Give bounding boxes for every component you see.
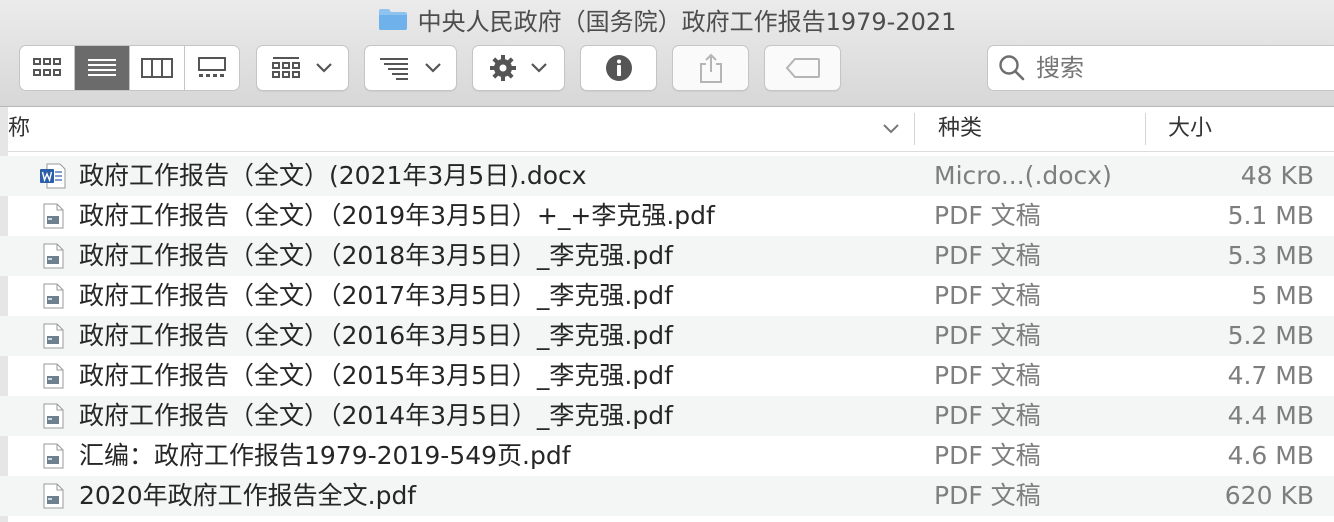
- word-doc-icon: [40, 163, 66, 189]
- pdf-icon: [40, 323, 66, 349]
- arrange-button[interactable]: [364, 45, 457, 91]
- chevron-down-icon: [530, 63, 547, 73]
- file-size: 4.7 MB: [1227, 361, 1314, 390]
- file-kind: PDF 文稿: [934, 201, 1041, 230]
- file-size: 5 MB: [1251, 281, 1314, 310]
- column-header: 名称 种类 大小: [0, 107, 1334, 152]
- file-size: 4.4 MB: [1227, 401, 1314, 430]
- file-kind: PDF 文稿: [934, 361, 1041, 390]
- grid-icon: [33, 58, 61, 76]
- file-row[interactable]: 政府工作报告（全文）（2014年3月5日）_李克强.pdf PDF 文稿 4.4…: [0, 396, 1334, 436]
- file-kind: PDF 文稿: [934, 401, 1041, 430]
- file-size: 5.1 MB: [1227, 201, 1314, 230]
- gallery-view-button[interactable]: [185, 46, 239, 90]
- file-size: 5.2 MB: [1227, 321, 1314, 350]
- file-name: 政府工作报告（全文）（2017年3月5日）_李克强.pdf: [79, 281, 673, 310]
- file-row[interactable]: 政府工作报告（全文）（2019年3月5日）+_+李克强.pdf PDF 文稿 5…: [0, 196, 1334, 236]
- kind-column-header[interactable]: 种类: [938, 107, 982, 151]
- file-size: 5.3 MB: [1227, 241, 1314, 270]
- file-size: 4.6 MB: [1227, 441, 1314, 470]
- gallery-icon: [198, 57, 226, 77]
- file-list: 政府工作报告（全文）(2021年3月5日).docx Micro...(.doc…: [0, 156, 1334, 516]
- group-by-icon: [271, 57, 300, 78]
- file-kind: Micro...(.docx): [934, 161, 1112, 190]
- arrange-icon: [379, 58, 408, 80]
- get-info-button[interactable]: [580, 45, 657, 91]
- gear-icon: [489, 55, 516, 81]
- file-name: 政府工作报告（全文）（2019年3月5日）+_+李克强.pdf: [79, 201, 715, 230]
- file-kind: PDF 文稿: [934, 281, 1041, 310]
- file-name: 政府工作报告（全文）(2021年3月5日).docx: [79, 161, 587, 190]
- file-row[interactable]: 政府工作报告（全文）（2017年3月5日）_李克强.pdf PDF 文稿 5 M…: [0, 276, 1334, 316]
- file-kind: PDF 文稿: [934, 441, 1041, 470]
- search-icon: [999, 55, 1025, 81]
- action-button[interactable]: [472, 45, 565, 91]
- pdf-icon: [40, 363, 66, 389]
- file-name: 政府工作报告（全文）（2014年3月5日）_李克强.pdf: [79, 401, 673, 430]
- file-row[interactable]: 汇编：政府工作报告1979-2019-549页.pdf PDF 文稿 4.6 M…: [0, 436, 1334, 476]
- list-icon: [88, 59, 116, 76]
- file-name: 政府工作报告（全文）（2016年3月5日）_李克强.pdf: [79, 321, 673, 350]
- window-chrome: 中央人民政府（国务院）政府工作报告1979-2021: [0, 0, 1334, 107]
- sort-chevron-icon: [883, 124, 899, 134]
- tag-icon: [785, 58, 820, 78]
- search-field[interactable]: [987, 45, 1334, 91]
- window-title-bar: 中央人民政府（国务院）政府工作报告1979-2021: [0, 4, 1334, 36]
- file-row[interactable]: 政府工作报告（全文）（2018年3月5日）_李克强.pdf PDF 文稿 5.3…: [0, 236, 1334, 276]
- chevron-down-icon: [424, 63, 441, 73]
- column-view-button[interactable]: [130, 46, 185, 90]
- file-size: 620 KB: [1224, 481, 1314, 510]
- file-name: 政府工作报告（全文）（2015年3月5日）_李克强.pdf: [79, 361, 673, 390]
- pdf-icon: [40, 203, 66, 229]
- columns-icon: [141, 58, 173, 78]
- file-row[interactable]: 政府工作报告（全文）（2016年3月5日）_李克强.pdf PDF 文稿 5.2…: [0, 316, 1334, 356]
- group-by-button[interactable]: [256, 45, 349, 91]
- file-kind: PDF 文稿: [934, 321, 1041, 350]
- file-name: 汇编：政府工作报告1979-2019-549页.pdf: [79, 441, 571, 470]
- pdf-icon: [40, 403, 66, 429]
- view-mode-control[interactable]: [19, 45, 240, 91]
- size-column-header[interactable]: 大小: [1168, 107, 1212, 151]
- pdf-icon: [40, 283, 66, 309]
- pdf-icon: [40, 483, 66, 509]
- file-kind: PDF 文稿: [934, 481, 1041, 510]
- file-name: 政府工作报告（全文）（2018年3月5日）_李克强.pdf: [79, 241, 673, 270]
- pdf-icon: [40, 243, 66, 269]
- chevron-down-icon: [315, 63, 332, 73]
- search-input[interactable]: [1034, 53, 1288, 83]
- pdf-icon: [40, 443, 66, 469]
- file-row[interactable]: 2020年政府工作报告全文.pdf PDF 文稿 620 KB: [0, 476, 1334, 516]
- share-button[interactable]: [672, 45, 749, 91]
- share-icon: [699, 53, 722, 83]
- list-view-button[interactable]: [75, 46, 130, 90]
- file-size: 48 KB: [1240, 161, 1314, 190]
- file-row[interactable]: 政府工作报告（全文）(2021年3月5日).docx Micro...(.doc…: [0, 156, 1334, 196]
- file-kind: PDF 文稿: [934, 241, 1041, 270]
- icon-view-button[interactable]: [20, 46, 75, 90]
- folder-icon: [378, 7, 408, 31]
- info-icon: [605, 55, 632, 81]
- file-row[interactable]: 政府工作报告（全文）（2015年3月5日）_李克强.pdf PDF 文稿 4.7…: [0, 356, 1334, 396]
- file-name: 2020年政府工作报告全文.pdf: [79, 481, 417, 510]
- window-title: 中央人民政府（国务院）政府工作报告1979-2021: [417, 7, 957, 36]
- edit-tags-button[interactable]: [764, 45, 841, 91]
- column-divider[interactable]: [914, 113, 915, 145]
- column-divider[interactable]: [1145, 113, 1146, 145]
